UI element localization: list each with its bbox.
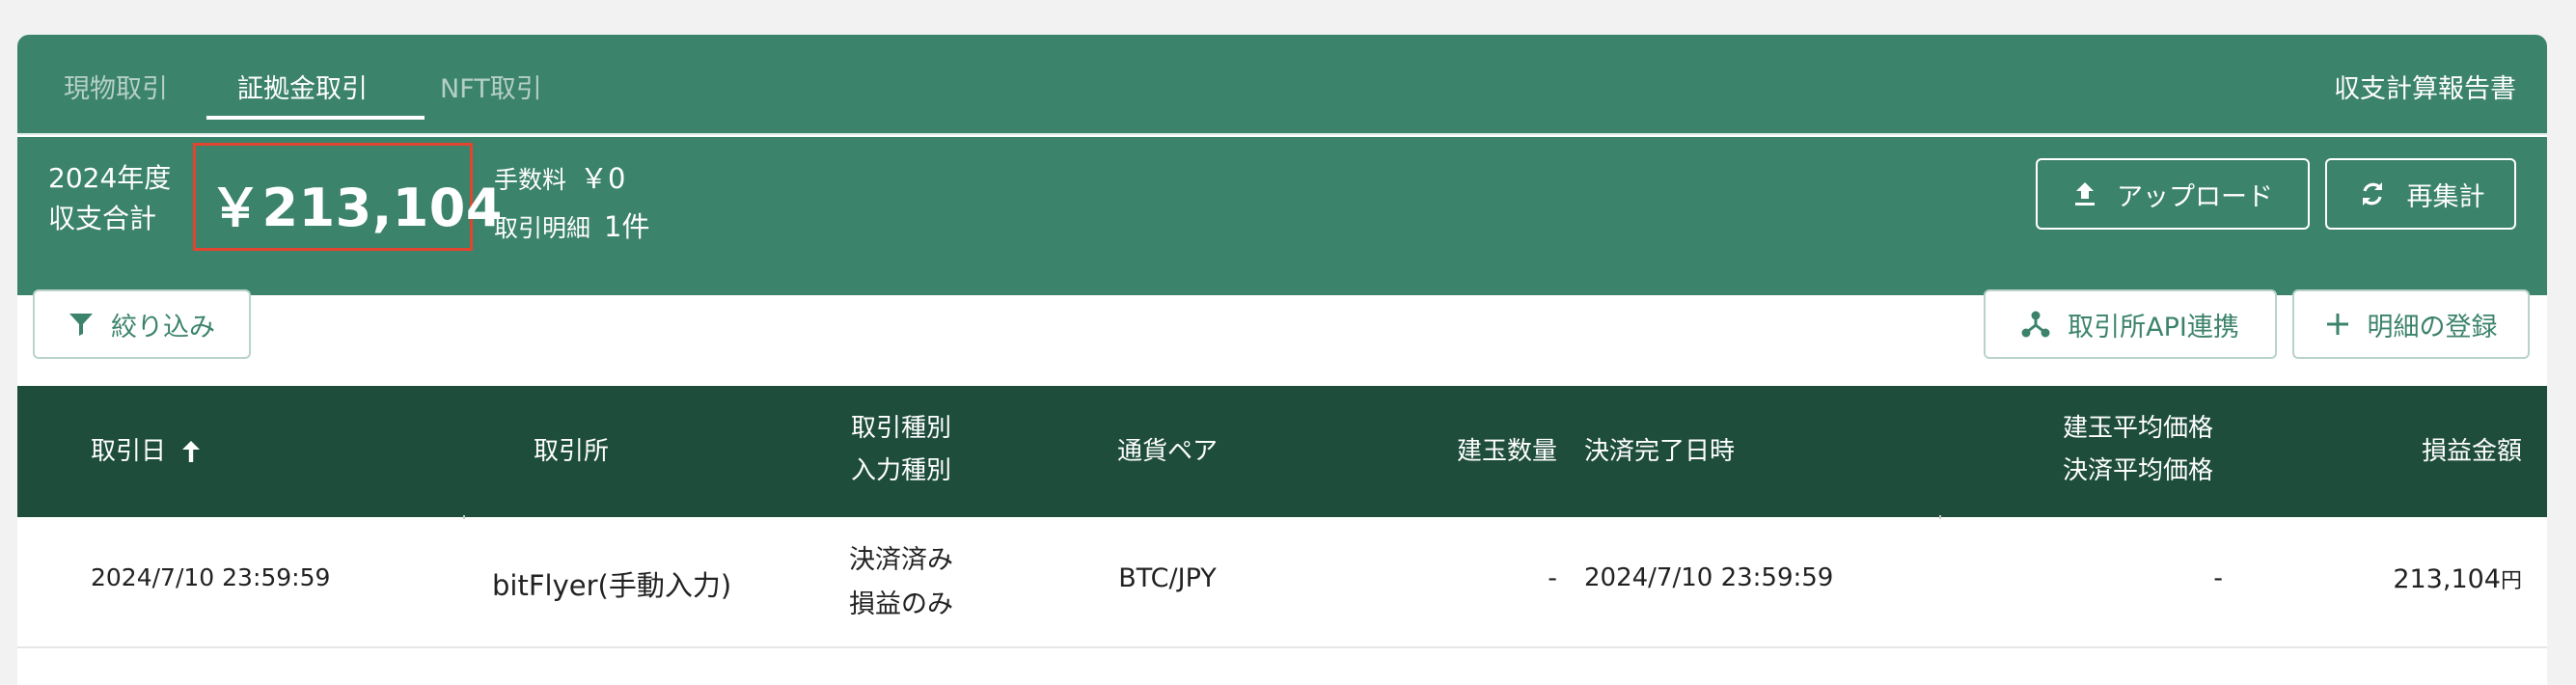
cell-trade-type: 決済済み	[849, 545, 953, 575]
cell-average-price: -	[2213, 563, 2223, 593]
cell-quantity: -	[1548, 563, 1557, 593]
column-header-average-price: 建玉平均価格 決済平均価格	[2063, 407, 2213, 492]
recalculate-label: 再集計	[2406, 181, 2485, 212]
column-header-type: 取引種別 入力種別	[851, 407, 951, 492]
tabs-bar: 現物取引 証拠金取引 NFT取引 収支計算報告書	[17, 35, 2547, 135]
cell-pnl-value: 213,104	[2393, 564, 2501, 594]
column-label-trade-type: 取引種別	[850, 414, 952, 443]
upload-button[interactable]: アップロード	[2036, 158, 2310, 230]
column-label-settle-avg: 決済平均価格	[2062, 456, 2214, 485]
upload-label: アップロード	[2117, 181, 2273, 212]
income-report-link[interactable]: 収支計算報告書	[2334, 68, 2516, 105]
column-header-exchange: 取引所	[533, 437, 610, 466]
year-total-label: 2024年度 収支合計	[48, 158, 171, 239]
plus-icon	[2325, 312, 2350, 337]
margin-trading-card: 現物取引 証拠金取引 NFT取引 収支計算報告書 2024年度 収支合計 ￥21…	[17, 35, 2547, 685]
recalculate-button[interactable]: 再集計	[2325, 158, 2516, 230]
network-icon	[2021, 310, 2050, 339]
cell-pair: BTC/JPY	[1118, 563, 1217, 593]
upload-icon	[2072, 180, 2097, 207]
cell-settlement-date: 2024/7/10 23:59:59	[1584, 563, 1834, 592]
summary-bar: 2024年度 収支合計 ￥213,104 手数料 ￥0 取引明細 1件 アップロード	[17, 137, 2547, 295]
total-amount: ￥213,104	[209, 178, 503, 238]
add-entry-label: 明細の登録	[2367, 312, 2498, 342]
total-label: 収支合計	[48, 203, 157, 234]
count-summary: 取引明細 1件	[494, 205, 649, 245]
table-header: 取引日 取引所 取引種別 入力種別 通貨ペア 建玉数量 決済完了日時 建玉平均価…	[17, 386, 2547, 519]
tab-spot-trading[interactable]: 現物取引	[64, 68, 168, 105]
count-value: 1件	[604, 210, 650, 243]
filter-label: 絞り込み	[111, 312, 215, 342]
add-entry-button[interactable]: 明細の登録	[2292, 289, 2530, 359]
exchange-api-button[interactable]: 取引所API連携	[1984, 289, 2277, 359]
column-label-open-avg: 建玉平均価格	[2062, 414, 2214, 443]
fee-value: ￥0	[580, 162, 626, 195]
year-label: 2024年度	[48, 162, 172, 194]
sort-arrow-up-icon	[179, 439, 203, 464]
column-header-pair: 通貨ペア	[1116, 437, 1219, 466]
exchange-api-label: 取引所API連携	[2068, 312, 2239, 342]
column-label-input-type: 入力種別	[850, 456, 952, 485]
column-header-date[interactable]: 取引日	[91, 430, 203, 473]
column-header-pnl: 損益金額	[2421, 437, 2522, 466]
active-tab-indicator	[206, 116, 425, 120]
cell-pnl-unit: 円	[2500, 569, 2522, 593]
cell-date: 2024/7/10 23:59:59	[91, 563, 331, 591]
fee-summary: 手数料 ￥0	[494, 156, 625, 197]
column-header-quantity: 建玉数量	[1456, 437, 1557, 466]
cell-type: 決済済み 損益のみ	[849, 538, 953, 627]
fee-label: 手数料	[494, 166, 567, 194]
column-header-settlement-date: 決済完了日時	[1584, 437, 1736, 466]
cell-input-type: 損益のみ	[849, 589, 953, 619]
column-label-date: 取引日	[91, 437, 167, 466]
table-row[interactable]: 2024/7/10 23:59:59 bitFlyer(手動入力) 決済済み 損…	[17, 517, 2547, 648]
count-label: 取引明細	[494, 214, 591, 242]
filter-icon	[69, 312, 94, 337]
cell-pnl: 213,104円	[2393, 563, 2522, 594]
tab-margin-trading[interactable]: 証拠金取引	[237, 68, 368, 105]
filter-button[interactable]: 絞り込み	[33, 289, 251, 359]
tab-nft-trading[interactable]: NFT取引	[440, 68, 542, 105]
refresh-icon	[2357, 178, 2388, 209]
cell-exchange: bitFlyer(手動入力)	[492, 569, 732, 602]
total-amount-highlight: ￥213,104	[193, 143, 502, 251]
